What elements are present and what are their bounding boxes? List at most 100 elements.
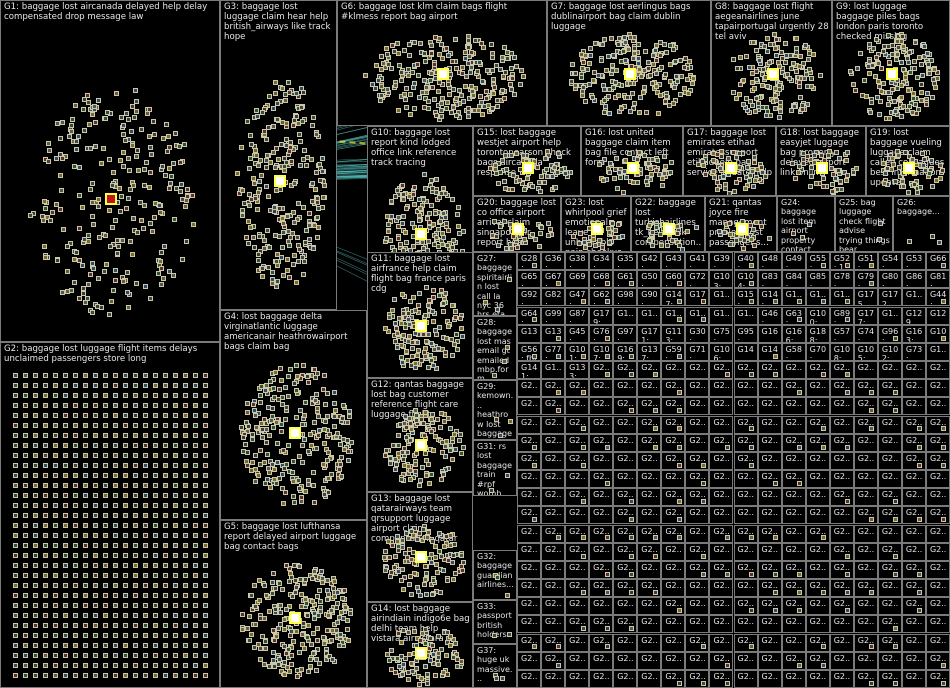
graph-node [13,473,18,478]
graph-node [447,92,453,98]
graph-node [173,563,178,568]
graph-node [410,244,416,250]
graph-node [272,466,278,472]
group-panel-small-299: G2... [781,542,806,561]
graph-node [43,463,48,468]
group-label: G65: flimbt lost... [521,272,538,289]
graph-node [23,423,28,428]
graph-node [173,473,178,478]
group-panel-small-323: G2... [925,560,950,579]
graph-node [33,623,38,628]
group-panel-small-53: G44: unclaim... [925,288,950,307]
graph-node [163,643,168,648]
group-panel-small-125: G2... [925,361,950,380]
graph-node [295,200,301,206]
graph-node [83,513,88,518]
graph-node [738,54,744,60]
graph-node [759,82,765,88]
group-panel-small-243: G2... [733,488,758,507]
graph-node [76,164,82,170]
group-panel-small-346: G2... [613,597,638,616]
group-label: G172 [881,290,899,307]
graph-node [452,447,458,452]
group-panel-small-360: G2... [517,615,542,634]
graph-node [123,403,128,408]
graph-node [568,79,574,85]
graph-node [113,503,118,508]
graph-node [183,593,188,598]
graph-node [317,428,323,434]
graph-node [33,533,38,538]
graph-node [310,576,316,582]
graph-node [717,229,723,235]
graph-node [740,102,746,108]
group-panel-small-400: G2... [613,651,638,670]
graph-node [412,81,418,87]
graph-node [193,653,198,658]
graph-node [338,609,344,615]
graph-node [141,182,147,188]
group-label: G2... [785,399,802,416]
graph-node [63,533,68,538]
graph-node [843,158,849,164]
graph-node [123,633,128,638]
graph-node [746,177,752,183]
group-panel-small-191: G2... [781,433,806,452]
graph-node [407,91,413,97]
group-panel-small-141: G2... [877,379,902,398]
group-panel-small-262: G2... [757,506,782,525]
graph-node [346,457,351,463]
graph-node [587,52,593,58]
group-panel-small-199: G2... [541,451,566,470]
graph-node [508,81,514,87]
group-panel-small-123: G2... [877,361,902,380]
graph-node [256,178,262,184]
graph-node [394,325,400,331]
graph-node [403,239,409,245]
graph-node [296,453,302,459]
graph-node [74,147,80,153]
group-panel-small-397: G2... [541,651,566,670]
graph-node [602,98,607,104]
graph-node [761,66,767,72]
group-label: G2... [521,671,538,688]
graph-node [340,596,346,602]
graph-node [203,373,208,378]
graph-node [299,499,305,505]
group-label: G100: ... [809,308,827,325]
graph-node [436,661,442,667]
graph-node [325,490,331,496]
graph-node [913,40,919,46]
graph-node [615,222,621,228]
graph-node [203,673,208,678]
graph-node [309,180,315,186]
graph-node [441,567,447,573]
graph-node [521,237,527,243]
group-label: G14... dani... [737,344,754,361]
graph-node [103,583,108,588]
group-panel-small-236: G2... [565,488,590,507]
hub-node [105,193,117,206]
graph-node [600,244,606,250]
graph-node [628,589,634,595]
graph-node [83,573,88,578]
graph-node [73,603,78,608]
group-panel-small-326: G2... [565,579,590,598]
graph-node [73,483,78,488]
graph-node [73,373,78,378]
group-label: G2... [761,635,778,652]
graph-node [502,359,508,365]
graph-node [120,279,126,285]
graph-node [617,35,623,41]
group-panel-g31: G31: rs lost baggage train #rpf womb... [473,440,517,496]
graph-node [23,613,28,618]
group-label: G99: ... [545,308,562,325]
graph-node [53,413,58,418]
group-label: G1... bike... [881,308,899,325]
group-label: G2... [929,581,947,598]
graph-node [248,631,254,637]
graph-node [676,281,682,287]
graph-node [261,416,267,422]
group-label: G2... [737,472,754,489]
graph-node [926,61,932,67]
